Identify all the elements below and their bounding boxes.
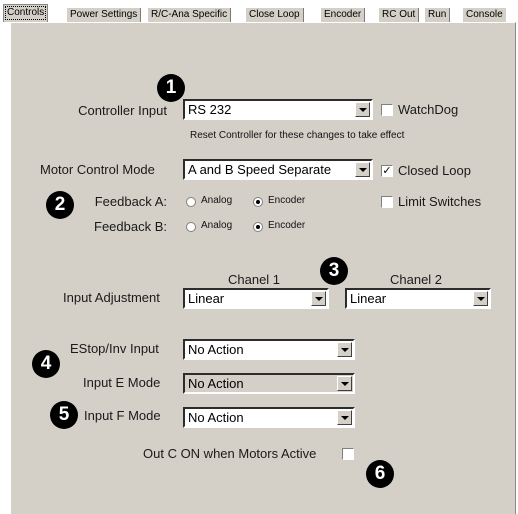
closed-loop-checkbox[interactable]: ✓ xyxy=(381,165,393,177)
closed-loop-label: Closed Loop xyxy=(398,163,471,178)
feedback-b-label: Feedback B: xyxy=(94,219,167,234)
input-e-mode-value: No Action xyxy=(188,376,244,391)
chevron-down-icon[interactable] xyxy=(473,291,488,306)
tab-strip: Controls Power Settings R/C-Ana Specific… xyxy=(0,0,518,22)
tab-run[interactable]: Run xyxy=(424,8,451,22)
controller-input-label: Controller Input xyxy=(78,103,167,118)
chevron-down-icon[interactable] xyxy=(355,162,370,177)
tab-rc-ana-specific[interactable]: R/C-Ana Specific xyxy=(147,8,232,22)
feedback-b-encoder-label: Encoder xyxy=(268,220,306,231)
out-c-label: Out C ON when Motors Active xyxy=(143,446,317,461)
channel-2-value: Linear xyxy=(350,291,387,306)
input-f-mode-value: No Action xyxy=(188,410,244,425)
channel-1-label: Chanel 1 xyxy=(228,272,281,287)
feedback-a-analog-radio[interactable] xyxy=(186,197,196,207)
channel-2-label: Chanel 2 xyxy=(390,272,443,287)
chevron-down-icon[interactable] xyxy=(337,342,352,357)
motor-control-mode-select[interactable]: A and B Speed Separate xyxy=(183,159,373,180)
tab-rc-out[interactable]: RC Out xyxy=(378,8,420,22)
input-f-mode-label: Input F Mode xyxy=(84,408,161,423)
chevron-down-icon[interactable] xyxy=(337,376,352,391)
feedback-b-analog-label: Analog xyxy=(201,220,233,231)
tab-encoder[interactable]: Encoder xyxy=(320,8,366,22)
input-e-mode-select[interactable]: No Action xyxy=(183,373,355,394)
input-adjustment-label: Input Adjustment xyxy=(63,290,160,305)
callout-badge-2: 2 xyxy=(46,191,74,219)
callout-badge-3: 3 xyxy=(320,257,348,285)
input-e-mode-label: Input E Mode xyxy=(83,375,161,390)
feedback-a-analog-label: Analog xyxy=(201,195,233,206)
tab-console[interactable]: Console xyxy=(462,8,506,22)
watchdog-checkbox[interactable] xyxy=(381,104,393,116)
chevron-down-icon[interactable] xyxy=(355,102,370,117)
tab-controls[interactable]: Controls xyxy=(3,4,49,22)
channel-2-select[interactable]: Linear xyxy=(345,288,491,309)
estop-input-label: EStop/Inv Input xyxy=(70,341,159,356)
chevron-down-icon[interactable] xyxy=(337,410,352,425)
channel-1-select[interactable]: Linear xyxy=(183,288,329,309)
limit-switches-checkbox[interactable] xyxy=(381,196,393,208)
estop-input-select[interactable]: No Action xyxy=(183,339,355,360)
feedback-a-encoder-radio[interactable] xyxy=(253,197,263,207)
controls-panel xyxy=(10,22,516,514)
limit-switches-label: Limit Switches xyxy=(398,194,482,209)
estop-input-value: No Action xyxy=(188,342,244,357)
callout-badge-6: 6 xyxy=(366,460,394,488)
callout-badge-4: 4 xyxy=(32,350,60,378)
channel-1-value: Linear xyxy=(188,291,225,306)
motor-control-mode-label: Motor Control Mode xyxy=(40,162,155,177)
callout-badge-1: 1 xyxy=(157,74,185,102)
controller-input-value: RS 232 xyxy=(188,102,232,117)
motor-control-mode-value: A and B Speed Separate xyxy=(188,162,332,177)
chevron-down-icon[interactable] xyxy=(311,291,326,306)
reset-note: Reset Controller for these changes to ta… xyxy=(190,130,405,141)
feedback-b-encoder-radio[interactable] xyxy=(253,222,263,232)
watchdog-label: WatchDog xyxy=(398,102,459,117)
feedback-a-label: Feedback A: xyxy=(94,194,167,209)
out-c-checkbox[interactable] xyxy=(342,448,354,460)
controller-input-select[interactable]: RS 232 xyxy=(183,99,373,120)
tab-close-loop[interactable]: Close Loop xyxy=(245,8,304,22)
tab-power-settings[interactable]: Power Settings xyxy=(66,8,142,22)
feedback-b-analog-radio[interactable] xyxy=(186,222,196,232)
callout-badge-5: 5 xyxy=(50,401,78,429)
feedback-a-encoder-label: Encoder xyxy=(268,195,306,206)
input-f-mode-select[interactable]: No Action xyxy=(183,407,355,428)
